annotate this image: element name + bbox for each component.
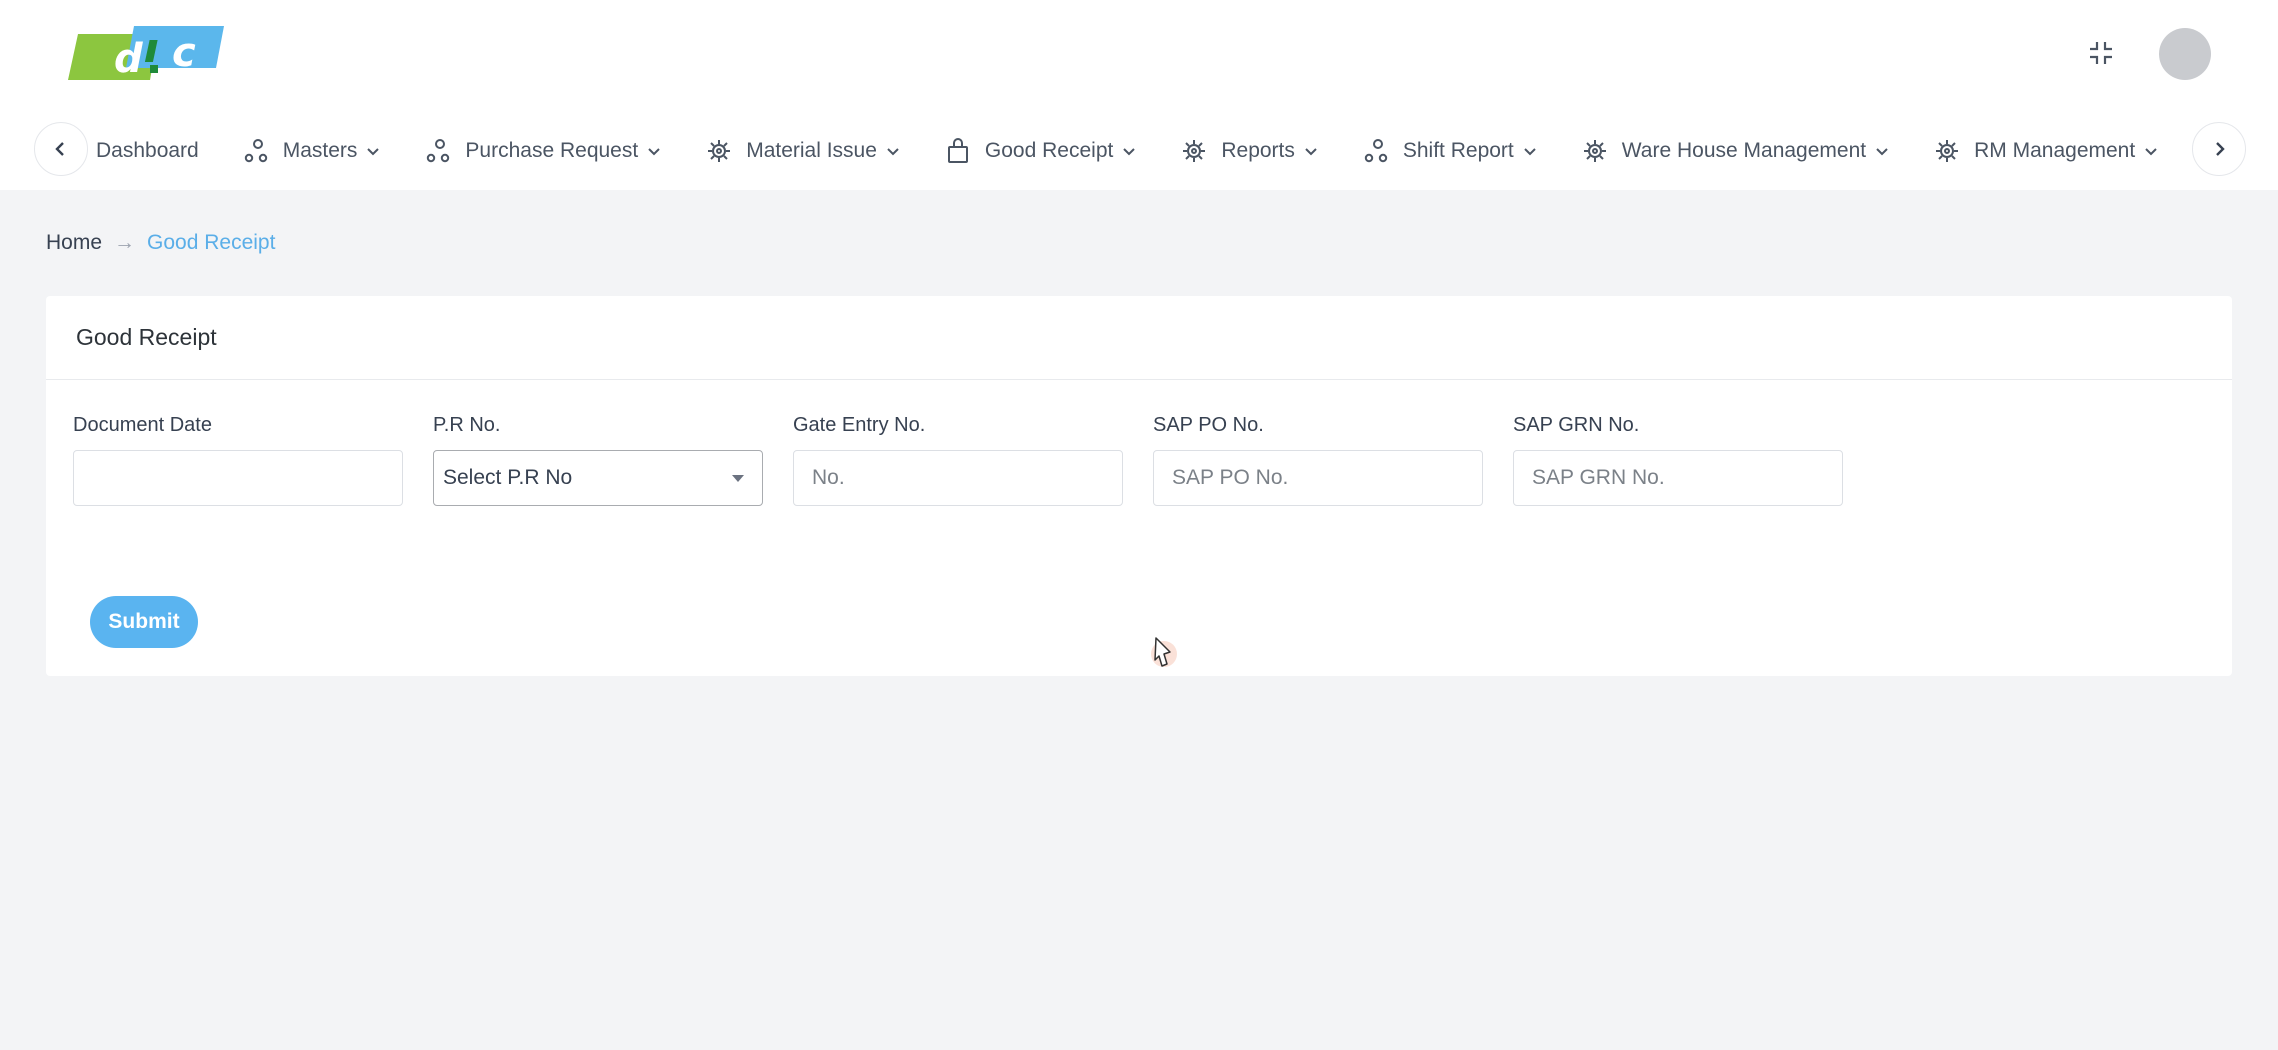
nav-scroll-left-button[interactable] bbox=[34, 122, 88, 176]
nav-item-rm-management[interactable]: RM Management bbox=[1934, 122, 2159, 180]
sap-po-no-input[interactable] bbox=[1153, 450, 1483, 506]
breadcrumb-home-link[interactable]: Home bbox=[46, 231, 102, 255]
pr-no-select[interactable]: Select P.R No bbox=[433, 450, 763, 506]
nav-label: Shift Report bbox=[1402, 139, 1514, 162]
good-receipt-card: Good Receipt Document Date P.R No. Selec… bbox=[46, 296, 2232, 676]
svg-text:d: d bbox=[114, 36, 143, 82]
document-date-input[interactable] bbox=[73, 450, 403, 506]
gear-icon bbox=[1582, 138, 1608, 164]
nav-scroll-right-button[interactable] bbox=[2192, 122, 2246, 176]
nav-label: Dashboard bbox=[96, 139, 199, 162]
top-header: d c Dashboard Masters Purchase Request M… bbox=[0, 0, 2278, 190]
nodes-icon bbox=[1363, 138, 1389, 164]
breadcrumb: Home → Good Receipt bbox=[46, 230, 275, 256]
chevron-down-icon bbox=[365, 143, 381, 159]
compress-icon[interactable] bbox=[2086, 38, 2116, 68]
gear-icon bbox=[706, 138, 732, 164]
document-date-field: Document Date bbox=[73, 414, 403, 506]
bag-icon bbox=[945, 138, 971, 164]
pr-no-label: P.R No. bbox=[433, 414, 501, 436]
nodes-icon bbox=[425, 138, 451, 164]
card-title: Good Receipt bbox=[46, 296, 2232, 380]
sap-grn-no-input[interactable] bbox=[1513, 450, 1843, 506]
nav-label: Good Receipt bbox=[984, 139, 1114, 162]
nav-item-dashboard[interactable]: Dashboard bbox=[84, 122, 199, 180]
chevron-down-icon bbox=[1121, 143, 1137, 159]
nav-item-good-receipt[interactable]: Good Receipt bbox=[945, 122, 1137, 180]
pr-no-field: P.R No. Select P.R No bbox=[433, 414, 763, 506]
nav-label: Reports bbox=[1221, 139, 1295, 162]
nodes-icon bbox=[243, 138, 269, 164]
document-date-label: Document Date bbox=[73, 414, 212, 436]
chevron-down-icon bbox=[885, 143, 901, 159]
nav-item-material-issue[interactable]: Material Issue bbox=[706, 122, 901, 180]
chevron-down-icon bbox=[1874, 143, 1890, 159]
svg-text:c: c bbox=[172, 30, 196, 76]
sap-po-no-field: SAP PO No. bbox=[1153, 414, 1483, 506]
main-nav: Dashboard Masters Purchase Request Mater… bbox=[84, 122, 2190, 180]
sap-po-no-label: SAP PO No. bbox=[1153, 414, 1264, 436]
chevron-down-icon bbox=[2143, 143, 2159, 159]
nav-item-purchase-request[interactable]: Purchase Request bbox=[425, 122, 662, 180]
nav-item-reports[interactable]: Reports bbox=[1181, 122, 1319, 180]
nav-item-shift-report[interactable]: Shift Report bbox=[1363, 122, 1538, 180]
pr-no-selected-value: Select P.R No bbox=[443, 466, 573, 489]
nav-label: Purchase Request bbox=[465, 139, 639, 162]
company-logo[interactable]: d c bbox=[68, 24, 224, 82]
breadcrumb-current: Good Receipt bbox=[147, 231, 276, 254]
nav-item-masters[interactable]: Masters bbox=[243, 122, 382, 180]
chevron-down-icon bbox=[1303, 143, 1319, 159]
nav-label: Masters bbox=[282, 139, 358, 162]
breadcrumb-separator: → bbox=[114, 231, 136, 254]
avatar[interactable] bbox=[2159, 28, 2211, 80]
gate-entry-no-label: Gate Entry No. bbox=[793, 414, 926, 436]
chevron-down-icon bbox=[1522, 143, 1538, 159]
gear-icon bbox=[1181, 138, 1207, 164]
submit-button[interactable]: Submit bbox=[90, 596, 198, 648]
nav-label: Material Issue bbox=[746, 139, 877, 162]
sap-grn-no-field: SAP GRN No. bbox=[1513, 414, 1843, 506]
gate-entry-no-field: Gate Entry No. bbox=[793, 414, 1123, 506]
nav-label: RM Management bbox=[1974, 139, 2136, 162]
nav-item-ware-house-management[interactable]: Ware House Management bbox=[1582, 122, 1890, 180]
chevron-down-icon bbox=[646, 143, 662, 159]
nav-label: Ware House Management bbox=[1621, 139, 1867, 162]
chevron-left-icon bbox=[55, 142, 64, 156]
gate-entry-no-input[interactable] bbox=[793, 450, 1123, 506]
caret-down-icon bbox=[732, 475, 744, 482]
gear-icon bbox=[1934, 138, 1960, 164]
sap-grn-no-label: SAP GRN No. bbox=[1513, 414, 1640, 436]
chevron-right-icon bbox=[2216, 142, 2225, 156]
